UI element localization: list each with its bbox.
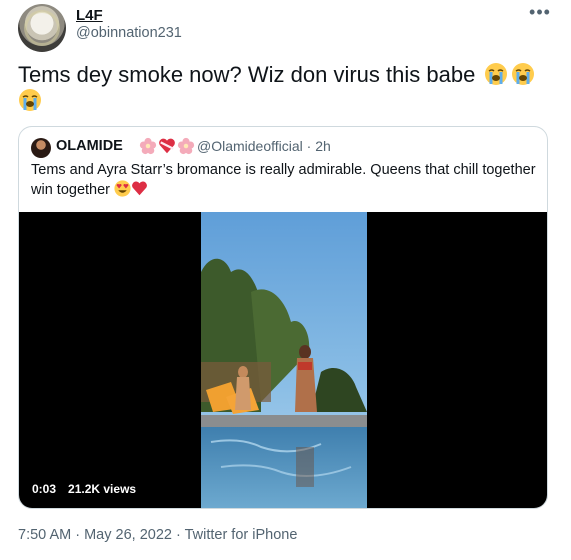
video-player[interactable]: 0:03 21.2K views: [19, 212, 547, 509]
quoted-handle-time: @Olamideofficial · 2h: [197, 138, 331, 154]
video-views: 21.2K views: [68, 482, 137, 496]
tweet-avatar[interactable]: [18, 4, 66, 52]
red-heart-icon: [132, 181, 147, 196]
heart-eyes-face-icon: [114, 180, 131, 197]
quoted-text-body: Tems and Ayra Starr’s bromance is really…: [31, 162, 536, 198]
quoted-avatar[interactable]: [31, 138, 51, 158]
quoted-author-name: OLAMIDE: [56, 138, 123, 154]
quoted-text: Tems and Ayra Starr’s bromance is really…: [31, 161, 536, 200]
tweet-meta[interactable]: 7:50 AM · May 26, 2022 · Twitter for iPh…: [18, 527, 297, 543]
quoted-name-emojis: [139, 137, 195, 155]
cherry-blossom-icon: [139, 137, 157, 155]
tweet-text-body: Tems dey smoke now? Wiz don virus this b…: [18, 62, 476, 87]
video-thumbnail[interactable]: [201, 212, 367, 509]
video-stats-badge: 0:03 21.2K views: [28, 480, 141, 498]
loudly-crying-face-icon: [485, 63, 508, 85]
loudly-crying-face-icon: [512, 63, 535, 85]
author-handle[interactable]: @obinnation231: [76, 25, 182, 41]
cherry-blossom-icon: [177, 137, 195, 155]
loudly-crying-face-icon: [19, 89, 41, 111]
author-name[interactable]: L4F: [76, 7, 103, 24]
more-options-icon[interactable]: •••: [528, 2, 552, 26]
heart-with-ribbon-icon: [159, 138, 175, 154]
quoted-tweet[interactable]: OLAMIDE @Olamideofficial · 2h Tems and A…: [18, 126, 548, 509]
video-duration: 0:03: [32, 482, 57, 496]
tweet-text: Tems dey smoke now? Wiz don virus this b…: [18, 62, 538, 114]
